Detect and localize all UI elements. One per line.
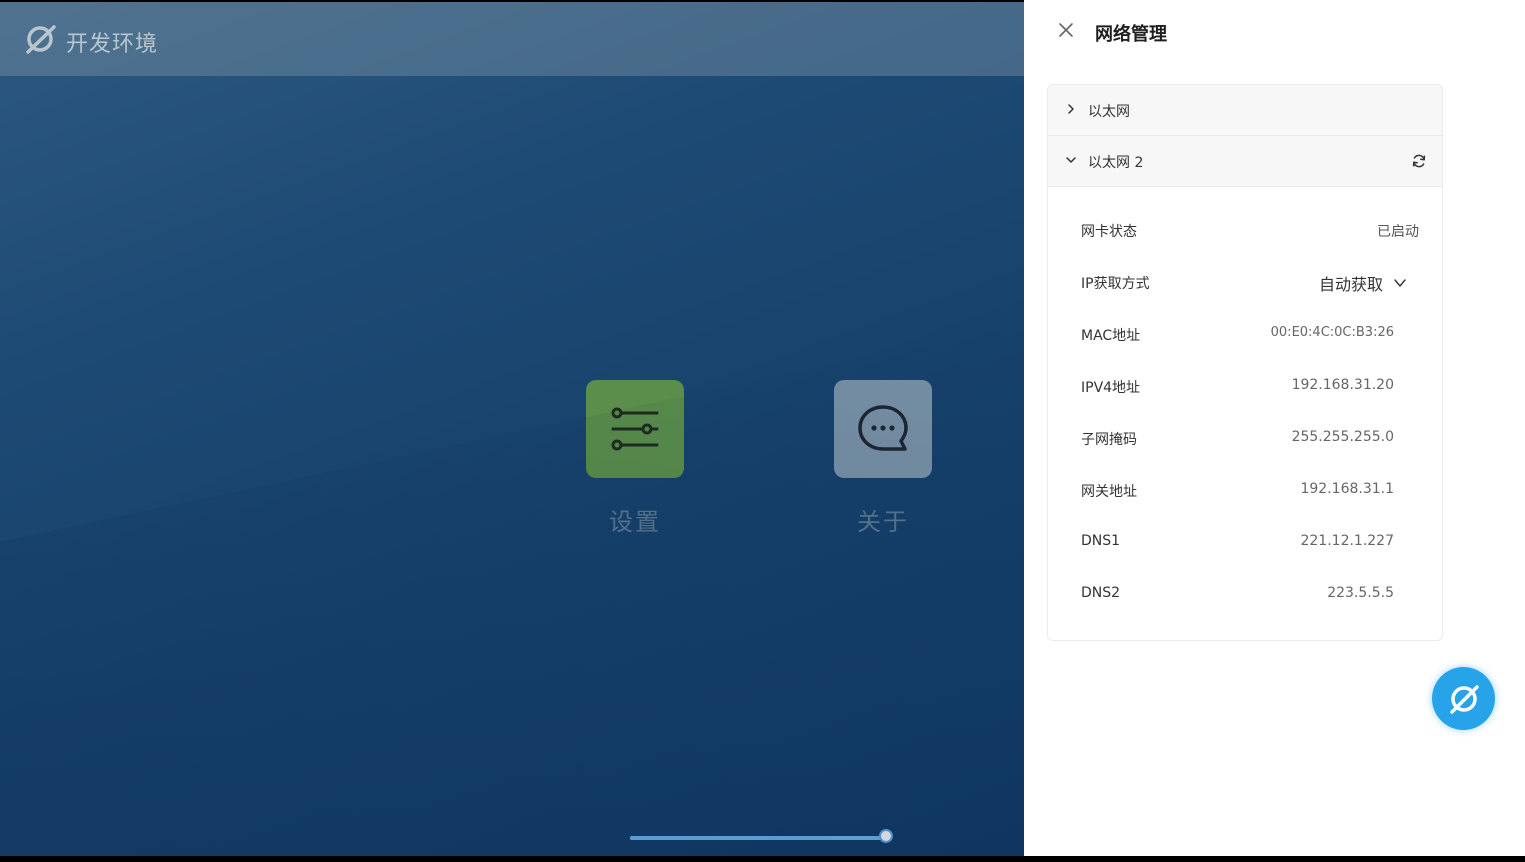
network-card: 以太网 以太网 2 网卡状态 已启动 IP获取方式 自动获取 MAC地址 00:… (1047, 84, 1443, 641)
section-ethernet[interactable]: 以太网 (1048, 85, 1442, 136)
mac-label: MAC地址 (1081, 328, 1141, 344)
row-ipv4: IPV4地址 192.168.31.20 (1081, 375, 1419, 399)
row-dns2: DNS2 223.5.5.5 (1081, 583, 1419, 607)
settings-app-label: 设置 (609, 508, 661, 536)
chevron-down-icon (1066, 157, 1076, 163)
app-logo-icon (26, 25, 56, 54)
row-nic-status: 网卡状态 已启动 (1081, 219, 1419, 243)
sliders-icon (611, 407, 659, 451)
chat-bubble-icon (858, 405, 908, 451)
section-ethernet-2-label: 以太网 2 (1088, 155, 1144, 171)
desktop: 开发环境 设置 关于 (0, 2, 1024, 856)
screen: 开发环境 设置 关于 网络管理 以太网 以太网 2 网卡状态 已启动 IP获取方… (0, 0, 1525, 862)
environment-title: 开发环境 (66, 32, 159, 57)
ipv4-value: 192.168.31.20 (1291, 377, 1394, 393)
row-subnet-mask: 子网掩码 255.255.255.0 (1081, 427, 1419, 451)
dns1-label: DNS1 (1081, 533, 1121, 549)
dns2-label: DNS2 (1081, 585, 1121, 601)
about-app-button[interactable] (834, 380, 932, 478)
slider-fill (630, 836, 886, 840)
nic-status-label: 网卡状态 (1081, 224, 1137, 240)
ipv4-label: IPV4地址 (1081, 380, 1141, 396)
row-dns1: DNS1 221.12.1.227 (1081, 531, 1419, 555)
assistant-fab-button[interactable] (1432, 667, 1495, 730)
row-gateway: 网关地址 192.168.31.1 (1081, 479, 1419, 503)
page-slider[interactable] (630, 829, 893, 843)
gateway-label: 网关地址 (1081, 484, 1137, 500)
slider-thumb[interactable] (879, 829, 893, 843)
section-ethernet-2[interactable]: 以太网 2 (1048, 136, 1442, 187)
refresh-icon[interactable] (1411, 153, 1427, 169)
section-ethernet-label: 以太网 (1088, 104, 1130, 120)
gateway-value: 192.168.31.1 (1300, 481, 1394, 497)
settings-app-button[interactable] (586, 380, 684, 478)
close-icon[interactable] (1056, 20, 1076, 40)
app-logo-icon (1449, 684, 1479, 714)
subnet-mask-value: 255.255.255.0 (1291, 429, 1394, 445)
subnet-mask-label: 子网掩码 (1081, 432, 1137, 448)
mac-value: 00:E0:4C:0C:B3:26 (1270, 325, 1394, 340)
dns1-value: 221.12.1.227 (1300, 533, 1394, 549)
chevron-down-icon (1394, 279, 1406, 287)
row-ip-mode: IP获取方式 自动获取 (1081, 271, 1419, 295)
dns2-value: 223.5.5.5 (1327, 585, 1394, 601)
ip-mode-select[interactable]: 自动获取 (1319, 271, 1407, 295)
chevron-right-icon (1068, 104, 1074, 114)
ip-mode-value: 自动获取 (1318, 275, 1383, 294)
about-app-label: 关于 (857, 508, 909, 536)
row-mac: MAC地址 00:E0:4C:0C:B3:26 (1081, 323, 1419, 347)
nic-status-value: 已启动 (1377, 224, 1419, 240)
top-bar: 开发环境 (0, 2, 1024, 76)
ip-mode-label: IP获取方式 (1081, 276, 1150, 292)
panel-title: 网络管理 (1095, 24, 1167, 45)
